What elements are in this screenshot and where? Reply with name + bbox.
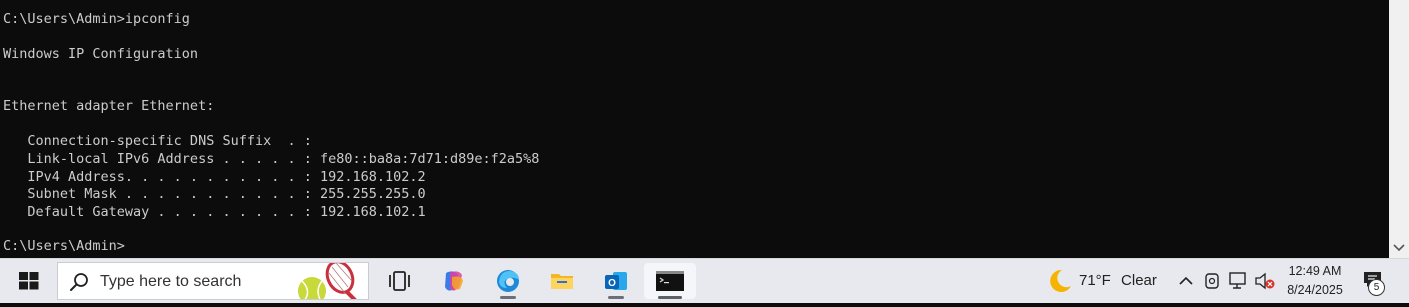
console-line: Link-local IPv6 Address . . . . . : fe80…: [3, 151, 540, 167]
active-indicator: [608, 296, 624, 299]
command-prompt-button[interactable]: [644, 263, 696, 299]
clock[interactable]: 12:49 AM 8/24/2025: [1282, 262, 1348, 300]
moon-icon: [1050, 269, 1071, 292]
camera-icon: [1205, 273, 1219, 289]
tray-meet-button[interactable]: [1202, 259, 1224, 303]
clock-date: 8/24/2025: [1287, 283, 1343, 297]
copilot-icon: [445, 271, 463, 291]
console-window[interactable]: C:\Users\Admin>ipconfig Windows IP Confi…: [0, 0, 1389, 258]
console-line: Windows IP Configuration: [3, 46, 199, 62]
outlook-icon: O: [605, 272, 627, 290]
windows-logo-icon: [19, 272, 39, 290]
search-icon: [70, 273, 88, 291]
weather-temp: 71°F: [1079, 272, 1111, 289]
vertical-scrollbar[interactable]: [1389, 0, 1409, 258]
taskbar: Type here to search O 71°F Clear 12:49 A…: [0, 258, 1409, 303]
weather-condition: Clear: [1121, 272, 1157, 289]
search-box[interactable]: Type here to search: [57, 262, 369, 300]
command-prompt-icon: [656, 271, 684, 291]
scroll-down-icon[interactable]: [1393, 244, 1405, 254]
weather-widget[interactable]: 71°F Clear: [1042, 267, 1162, 295]
tennis-highlight-icon: [298, 263, 357, 299]
console-line: C:\Users\Admin>ipconfig: [3, 11, 190, 27]
task-view-icon: [389, 271, 410, 291]
task-view-button[interactable]: [378, 263, 422, 299]
volume-button[interactable]: [1253, 259, 1277, 303]
file-explorer-button[interactable]: [540, 263, 584, 299]
edge-icon: [497, 270, 519, 292]
console-line: Connection-specific DNS Suffix . :: [3, 133, 312, 149]
svg-text:O: O: [608, 278, 616, 289]
console-line: Subnet Mask . . . . . . . . . . . : 255.…: [3, 186, 426, 202]
speaker-muted-icon: [1255, 272, 1275, 290]
notification-badge: 5: [1368, 279, 1385, 296]
network-icon: [1229, 272, 1246, 289]
start-button[interactable]: [14, 269, 44, 293]
active-indicator: [658, 296, 682, 299]
chevron-up-icon: [1179, 276, 1193, 285]
edge-button[interactable]: [486, 263, 530, 299]
console-line: Default Gateway . . . . . . . . . : 192.…: [3, 204, 426, 220]
clock-time: 12:49 AM: [1288, 264, 1342, 278]
active-indicator: [500, 296, 516, 299]
search-placeholder: Type here to search: [100, 273, 242, 290]
console-prompt: C:\Users\Admin>: [3, 238, 125, 254]
folder-icon: [551, 274, 573, 289]
console-line: IPv4 Address. . . . . . . . . . . : 192.…: [3, 169, 426, 185]
show-hidden-icons-button[interactable]: [1176, 259, 1196, 303]
copilot-button[interactable]: [432, 263, 476, 299]
network-button[interactable]: [1228, 259, 1250, 303]
outlook-button[interactable]: O: [594, 263, 638, 299]
console-line: Ethernet adapter Ethernet:: [3, 98, 215, 114]
